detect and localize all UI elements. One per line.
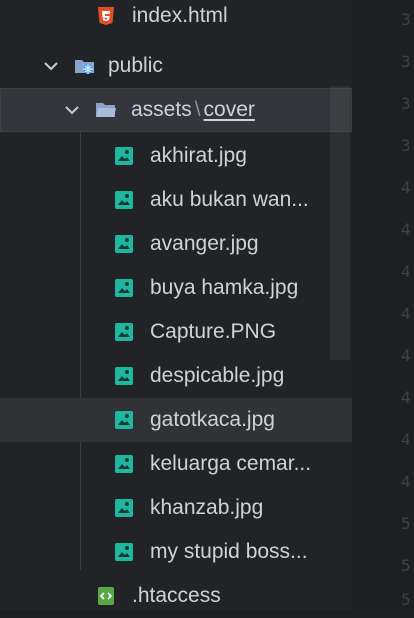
image-file-icon: [115, 191, 133, 209]
tree-file-row[interactable]: buya hamka.jpg: [0, 266, 352, 310]
folder-name-assets: assets: [131, 98, 192, 121]
tree-file-row[interactable]: avanger.jpg: [0, 222, 352, 266]
tree-item-label: keluarga cemar...: [150, 452, 312, 475]
html5-icon: [98, 7, 114, 25]
image-file-icon: [115, 323, 133, 341]
image-file-icon: [115, 235, 133, 253]
line-number: 3: [401, 94, 411, 113]
tree-file-row[interactable]: despicable.jpg: [0, 354, 352, 398]
image-file-icon: [115, 543, 133, 561]
tree-file-row[interactable]: khanzab.jpg: [0, 486, 352, 530]
line-number: 5: [401, 514, 411, 533]
line-number: 4: [401, 220, 411, 239]
explorer-scrollbar-thumb[interactable]: [330, 86, 350, 360]
line-number: 4: [401, 346, 411, 365]
tree-file-row[interactable]: my stupid boss...: [0, 530, 352, 574]
image-file-icon: [115, 147, 133, 165]
tree-item-label: index.html: [132, 4, 228, 27]
image-file-icon: [115, 411, 133, 429]
tree-item-label: public: [108, 54, 163, 77]
line-number: 4: [401, 388, 411, 407]
image-file-icon: [115, 455, 133, 473]
folder-open-icon: [96, 103, 116, 117]
tree-item-label: despicable.jpg: [150, 364, 285, 387]
editor-line-gutter: 3 3 3 3 4 4 4 4 4 4 4 4 5 5 5: [352, 0, 414, 610]
tree-item-label: akhirat.jpg: [150, 144, 247, 167]
image-file-icon: [115, 367, 133, 385]
tree-file-row[interactable]: aku bukan wan...: [0, 178, 352, 222]
tree-file-row[interactable]: keluarga cemar...: [0, 442, 352, 486]
image-file-icon: [115, 279, 133, 297]
file-explorer: index.html public assets \ cover akhirat.j…: [0, 0, 352, 610]
tree-item-label: assets \ cover: [131, 98, 255, 122]
tree-item-label: Capture.PNG: [150, 320, 277, 343]
line-number: 4: [401, 430, 411, 449]
chevron-down-icon[interactable]: [61, 99, 83, 121]
line-number: 4: [401, 262, 411, 281]
tree-item-label: my stupid boss...: [150, 540, 308, 563]
tree-file-row[interactable]: Capture.PNG: [0, 310, 352, 354]
line-number: 5: [401, 590, 411, 609]
htaccess-file-icon: [98, 587, 114, 605]
line-number: 4: [401, 304, 411, 323]
line-number: 3: [401, 52, 411, 71]
folder-globe-icon: [75, 60, 94, 74]
tree-item-label: avanger.jpg: [150, 232, 259, 255]
line-number: 4: [401, 178, 411, 197]
tree-item-label: khanzab.jpg: [150, 496, 264, 519]
line-number: 3: [401, 10, 411, 29]
tree-item-htaccess[interactable]: .htaccess: [0, 574, 352, 618]
path-separator: \: [194, 98, 201, 121]
chevron-down-icon[interactable]: [40, 55, 62, 77]
tree-file-row[interactable]: gatotkaca.jpg: [0, 398, 352, 442]
tree-file-row[interactable]: akhirat.jpg: [0, 134, 352, 178]
tree-item-index-html[interactable]: index.html: [0, 0, 352, 38]
line-number: 3: [401, 136, 411, 155]
tree-item-label: .htaccess: [132, 584, 221, 607]
image-file-icon: [115, 499, 133, 517]
tree-item-label: aku bukan wan...: [150, 188, 309, 211]
tree-folder-assets-cover[interactable]: assets \ cover: [0, 88, 352, 132]
tree-item-label: buya hamka.jpg: [150, 276, 299, 299]
tree-folder-public[interactable]: public: [0, 44, 352, 88]
tree-item-label: gatotkaca.jpg: [150, 408, 275, 431]
line-number: 5: [401, 556, 411, 575]
line-number: 4: [401, 472, 411, 491]
folder-name-cover[interactable]: cover: [204, 98, 255, 121]
